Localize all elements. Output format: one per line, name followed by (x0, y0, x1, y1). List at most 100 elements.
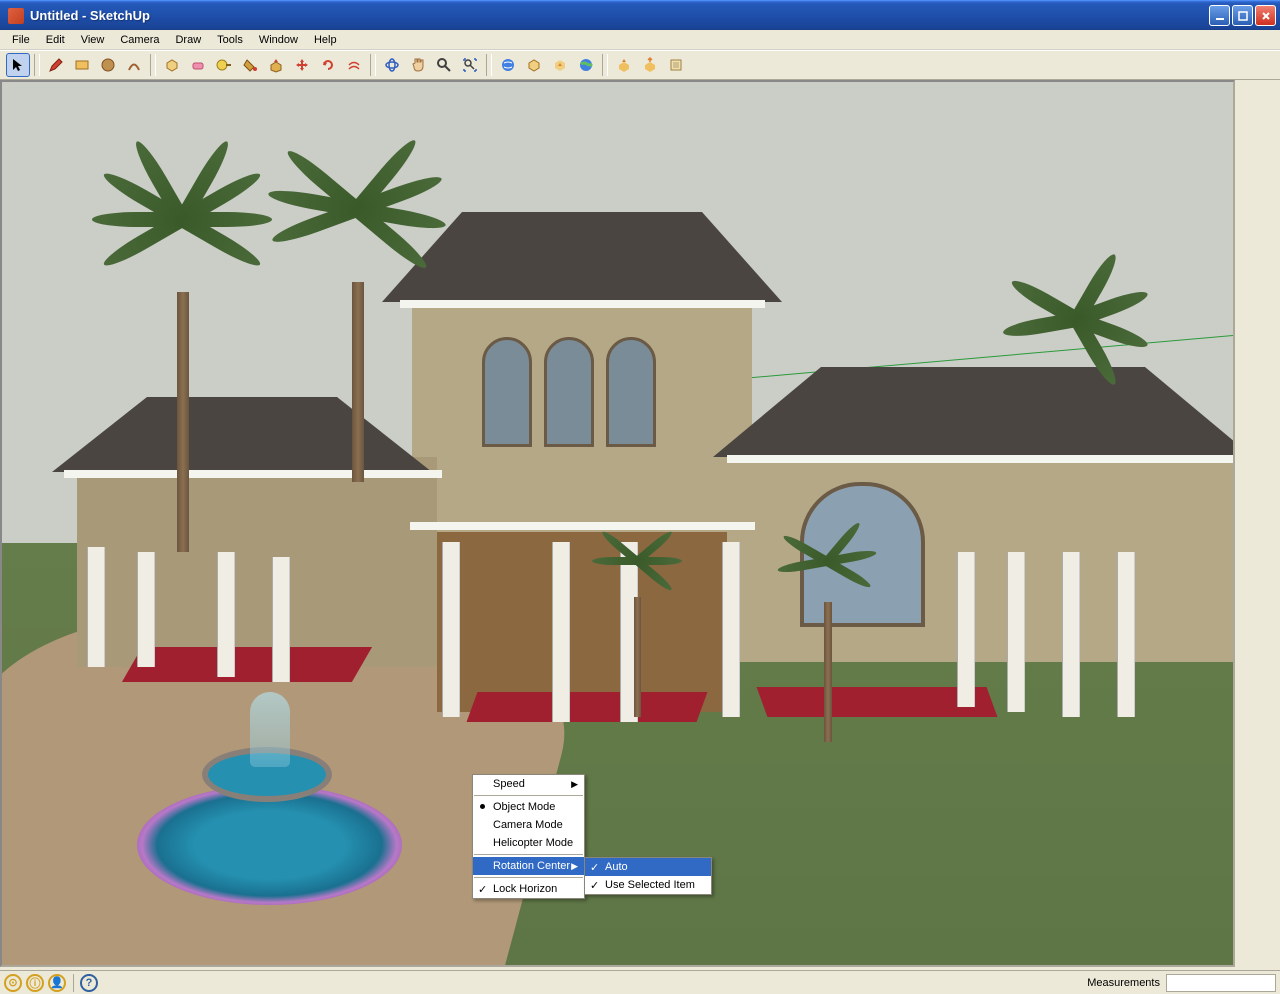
toolbar (0, 50, 1280, 80)
menu-view[interactable]: View (73, 32, 113, 48)
menu-file[interactable]: File (4, 32, 38, 48)
export-tool[interactable] (638, 53, 662, 77)
context-menu-separator (474, 854, 583, 855)
rectangle-tool[interactable] (70, 53, 94, 77)
menu-window[interactable]: Window (251, 32, 306, 48)
ctx-label: Auto (605, 861, 628, 873)
ctx-helicopter-mode[interactable]: Helicopter Mode (473, 834, 584, 852)
ctx-rotation-center[interactable]: Rotation Center▶ (473, 857, 584, 875)
column (722, 542, 740, 717)
arch-window (482, 337, 532, 447)
context-menu: Speed ▶ Object Mode Camera Mode Helicopte… (472, 774, 585, 899)
make-component-tool[interactable] (160, 53, 184, 77)
menu-edit[interactable]: Edit (38, 32, 73, 48)
toolbar-separator (150, 54, 156, 76)
measurements-label: Measurements (1081, 975, 1166, 991)
pan-tool[interactable] (406, 53, 430, 77)
ctx-sub-use-selected[interactable]: ✓ Use Selected Item (585, 876, 711, 894)
orbit-tool[interactable] (380, 53, 404, 77)
column (1062, 552, 1080, 717)
ctx-label: Speed (493, 778, 525, 790)
status-info-icon[interactable]: ⓘ (26, 974, 44, 992)
palm-tree (997, 252, 1157, 412)
circle-tool[interactable] (96, 53, 120, 77)
window-title: Untitled - SketchUp (28, 8, 1209, 23)
column (1117, 552, 1135, 717)
close-button[interactable] (1255, 5, 1276, 26)
arch-window (606, 337, 656, 447)
arc-tool[interactable] (122, 53, 146, 77)
select-tool[interactable] (6, 53, 30, 77)
titlebar: Untitled - SketchUp (0, 0, 1280, 30)
column (442, 542, 460, 717)
arch-window (544, 337, 594, 447)
fountain-water (250, 692, 290, 767)
status-separator (73, 974, 77, 992)
share-model-tool[interactable] (612, 53, 636, 77)
eraser-tool[interactable] (186, 53, 210, 77)
measurements-input[interactable] (1166, 974, 1276, 992)
fountain-pool (137, 785, 402, 905)
zoom-extents-tool[interactable] (458, 53, 482, 77)
paint-bucket-tool[interactable] (238, 53, 262, 77)
column (552, 542, 570, 722)
column (957, 552, 975, 707)
status-hint-icon[interactable]: ⊙ (4, 974, 22, 992)
ctx-lock-horizon[interactable]: ✓ Lock Horizon (473, 880, 584, 898)
vertical-scrollbar[interactable] (1263, 80, 1280, 970)
toolbar-separator (486, 54, 492, 76)
pencil-tool[interactable] (44, 53, 68, 77)
push-pull-tool[interactable] (264, 53, 288, 77)
ctx-label: Lock Horizon (493, 883, 557, 895)
google-earth-tool[interactable] (574, 53, 598, 77)
ctx-label: Use Selected Item (605, 879, 695, 891)
toolbar-separator (34, 54, 40, 76)
rotate-tool[interactable] (316, 53, 340, 77)
eave (727, 455, 1235, 463)
menu-tools[interactable]: Tools (209, 32, 251, 48)
tape-measure-tool[interactable] (212, 53, 236, 77)
zoom-tool[interactable] (432, 53, 456, 77)
ctx-object-mode[interactable]: Object Mode (473, 798, 584, 816)
statusbar: ⊙ ⓘ 👤 ? Measurements (0, 970, 1280, 994)
context-menu-separator (474, 795, 583, 796)
ctx-speed[interactable]: Speed ▶ (473, 775, 584, 793)
column (272, 557, 290, 682)
ctx-label: Helicopter Mode (493, 837, 573, 849)
import-tool[interactable] (664, 53, 688, 77)
toolbar-separator (602, 54, 608, 76)
status-user-icon[interactable]: 👤 (48, 974, 66, 992)
context-menu-separator (474, 877, 583, 878)
check-icon: ✓ (478, 883, 487, 896)
status-help-icon[interactable]: ? (80, 974, 98, 992)
offset-tool[interactable] (342, 53, 366, 77)
app-icon (8, 8, 24, 24)
ctx-sub-auto[interactable]: ✓ Auto (585, 858, 711, 876)
column (1007, 552, 1025, 712)
palm-tree (82, 132, 282, 552)
toolbar-separator (370, 54, 376, 76)
check-icon: ✓ (590, 879, 599, 892)
previous-view-tool[interactable] (522, 53, 546, 77)
ctx-camera-mode[interactable]: Camera Mode (473, 816, 584, 834)
next-view-tool[interactable] (548, 53, 572, 77)
small-palm (587, 517, 687, 717)
menu-camera[interactable]: Camera (112, 32, 167, 48)
ctx-label: Camera Mode (493, 819, 563, 831)
column (217, 552, 235, 677)
move-tool[interactable] (290, 53, 314, 77)
submenu-arrow-icon: ▶ (571, 779, 578, 790)
get-models-tool[interactable] (496, 53, 520, 77)
maximize-button[interactable] (1232, 5, 1253, 26)
minimize-button[interactable] (1209, 5, 1230, 26)
submenu-arrow-icon: ▶ (571, 861, 578, 872)
column (137, 552, 155, 667)
red-carpet (122, 647, 372, 682)
menubar: File Edit View Camera Draw Tools Window … (0, 30, 1280, 50)
menu-help[interactable]: Help (306, 32, 345, 48)
viewport-3d[interactable]: Speed ▶ Object Mode Camera Mode Helicopte… (0, 80, 1235, 967)
menu-draw[interactable]: Draw (167, 32, 209, 48)
check-icon: ✓ (590, 861, 599, 874)
palm-tree (257, 122, 457, 482)
small-palm (772, 512, 882, 742)
